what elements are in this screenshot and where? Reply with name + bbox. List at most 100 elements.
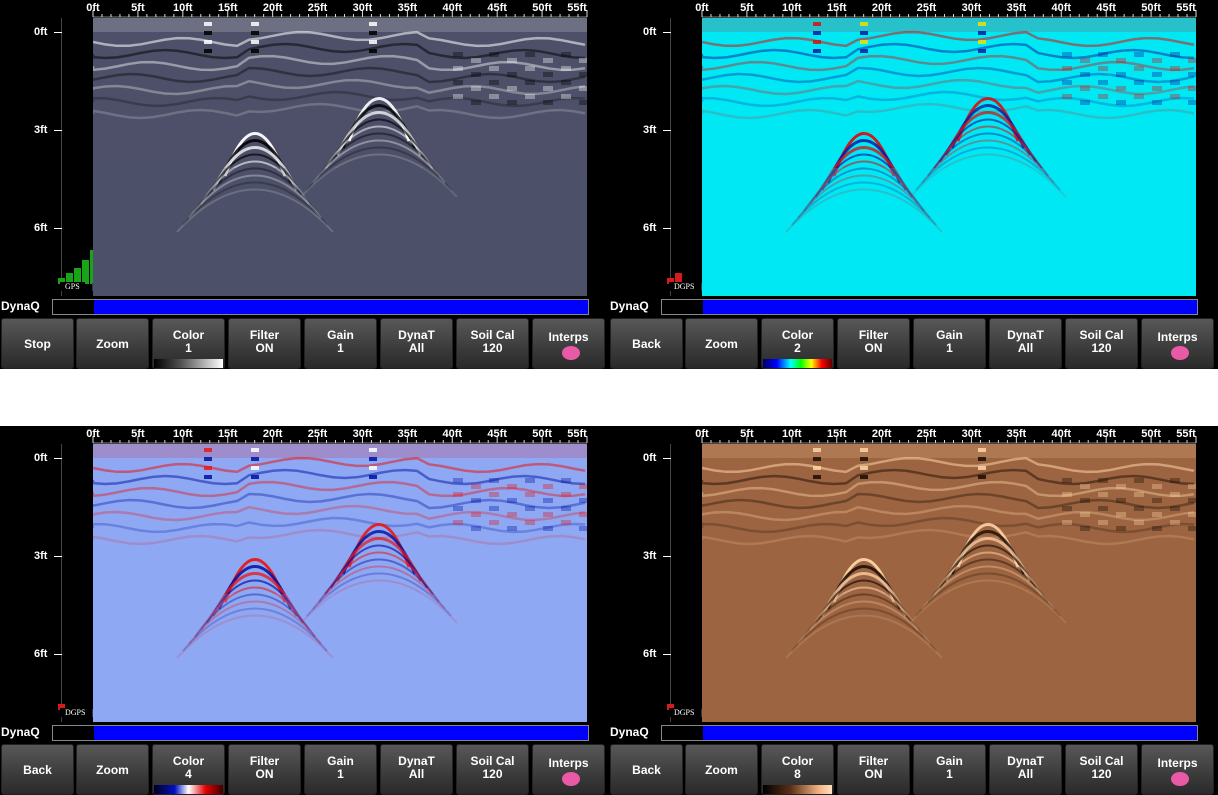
- zoom-button[interactable]: Zoom: [685, 318, 758, 369]
- dynaq-bar: DynaQ: [0, 298, 610, 316]
- interps-button[interactable]: Interps: [532, 744, 605, 795]
- dynat-value: All: [1017, 767, 1034, 781]
- x-axis: 0ft 5ft 10ft 15ft 20ft 25ft 30ft 35ft 40ft 45ft 50…: [0, 0, 610, 18]
- filter-button[interactable]: Filter ON: [228, 318, 301, 369]
- y-label-3: 3ft: [643, 550, 657, 562]
- surface-band: [702, 444, 1196, 458]
- surface-anomaly: [860, 40, 868, 44]
- first-softkey-button[interactable]: Stop: [1, 318, 74, 369]
- x-label-3: 15ft: [826, 428, 847, 440]
- clutter-reflection: [1170, 80, 1180, 85]
- dynaq-fill: [703, 726, 1197, 740]
- color-button[interactable]: Color 8: [761, 744, 834, 795]
- x-label-7: 35ft: [1006, 2, 1027, 14]
- y-label-0: 0ft: [34, 452, 48, 464]
- y-label-3: 3ft: [34, 550, 48, 562]
- first-softkey-label: Back: [23, 763, 52, 777]
- filter-button[interactable]: Filter ON: [837, 744, 910, 795]
- clutter-reflection: [1062, 80, 1072, 85]
- x-label-10: 50ft: [1141, 428, 1161, 440]
- x-label-0: 0ft: [86, 428, 100, 440]
- clutter-reflection: [453, 80, 463, 85]
- clutter-reflection: [1134, 520, 1144, 525]
- clutter-reflection: [1188, 100, 1196, 105]
- y-label-0: 0ft: [34, 26, 48, 38]
- clutter-reflection: [453, 66, 463, 71]
- filter-value: ON: [255, 767, 274, 781]
- color-button[interactable]: Color 1: [152, 318, 225, 369]
- surface-anomaly: [813, 466, 821, 470]
- x-label-4: 20ft: [871, 428, 892, 440]
- color-value: 8: [794, 767, 801, 781]
- clutter-reflection: [1080, 58, 1090, 63]
- radargram-view[interactable]: [93, 444, 587, 722]
- x-label-1: 5ft: [740, 428, 754, 440]
- clutter-reflection: [1116, 498, 1126, 503]
- color-button[interactable]: Color 2: [761, 318, 834, 369]
- surface-anomaly: [204, 457, 212, 461]
- filter-button[interactable]: Filter ON: [837, 318, 910, 369]
- soil-cal-button[interactable]: Soil Cal 120: [1065, 744, 1138, 795]
- surface-anomaly: [251, 475, 259, 479]
- clutter-reflection: [1116, 512, 1126, 517]
- dynat-button[interactable]: DynaT All: [989, 318, 1062, 369]
- dynat-button[interactable]: DynaT All: [380, 744, 453, 795]
- clutter-reflection: [471, 72, 481, 77]
- x-label-2: 10ft: [173, 428, 193, 440]
- first-softkey-button[interactable]: Back: [610, 318, 683, 369]
- radar-panel-1: 0ft 5ft 10ft 15ft 20ft 25ft 30ft 35ft 40ft 45ft 50…: [0, 0, 610, 369]
- interps-button[interactable]: Interps: [1141, 318, 1214, 369]
- soil-cal-button[interactable]: Soil Cal 120: [456, 318, 529, 369]
- clutter-reflection: [1152, 58, 1162, 63]
- x-axis: 0ft 5ft 10ft 15ft 20ft 25ft 30ft 35ft 40ft 45ft 50…: [609, 426, 1218, 444]
- soil-cal-button[interactable]: Soil Cal 120: [456, 744, 529, 795]
- clutter-reflection: [1098, 492, 1108, 497]
- clutter-reflection: [453, 478, 463, 483]
- gain-button[interactable]: Gain 1: [913, 744, 986, 795]
- clutter-reflection: [525, 94, 535, 99]
- y-axis: 0ft 3ft 6ft GPS: [0, 18, 108, 296]
- clutter-reflection: [1188, 498, 1196, 503]
- interps-button[interactable]: Interps: [1141, 744, 1214, 795]
- clutter-reflection: [579, 100, 587, 105]
- clutter-reflection: [1170, 520, 1180, 525]
- x-label-4: 20ft: [871, 2, 892, 14]
- radargram-view[interactable]: [702, 444, 1196, 722]
- gain-button[interactable]: Gain 1: [304, 318, 377, 369]
- gain-button[interactable]: Gain 1: [304, 744, 377, 795]
- zoom-button[interactable]: Zoom: [685, 744, 758, 795]
- y-label-0: 0ft: [643, 452, 657, 464]
- y-label-0: 0ft: [643, 26, 657, 38]
- first-softkey-button[interactable]: Back: [610, 744, 683, 795]
- x-label-2: 10ft: [782, 2, 802, 14]
- clutter-reflection: [543, 86, 553, 91]
- radargram-view[interactable]: [702, 18, 1196, 296]
- color-button[interactable]: Color 4: [152, 744, 225, 795]
- surface-anomaly: [369, 448, 377, 452]
- filter-button[interactable]: Filter ON: [228, 744, 301, 795]
- gain-value: 1: [337, 767, 344, 781]
- x-label-6: 30ft: [352, 428, 373, 440]
- surface-band: [702, 18, 1196, 32]
- clutter-reflection: [525, 52, 535, 57]
- soil-cal-value: 120: [482, 341, 503, 355]
- dynat-button[interactable]: DynaT All: [989, 744, 1062, 795]
- zoom-button[interactable]: Zoom: [76, 744, 149, 795]
- clutter-reflection: [1062, 94, 1072, 99]
- clutter-reflection: [543, 498, 553, 503]
- zoom-button[interactable]: Zoom: [76, 318, 149, 369]
- gain-button[interactable]: Gain 1: [913, 318, 986, 369]
- dynaq-label: DynaQ: [610, 299, 649, 313]
- radargram-view[interactable]: [93, 18, 587, 296]
- softkey-bar: Back Zoom Color 4 Filter ON Gain 1 DynaT…: [0, 744, 610, 795]
- dynaq-bar: DynaQ: [609, 724, 1218, 742]
- surface-anomaly: [369, 40, 377, 44]
- clutter-reflection: [489, 80, 499, 85]
- interps-label: Interps: [1157, 330, 1198, 344]
- surface-anomaly: [860, 457, 868, 461]
- clutter-reflection: [1098, 80, 1108, 85]
- interps-button[interactable]: Interps: [532, 318, 605, 369]
- soil-cal-button[interactable]: Soil Cal 120: [1065, 318, 1138, 369]
- first-softkey-button[interactable]: Back: [1, 744, 74, 795]
- dynat-button[interactable]: DynaT All: [380, 318, 453, 369]
